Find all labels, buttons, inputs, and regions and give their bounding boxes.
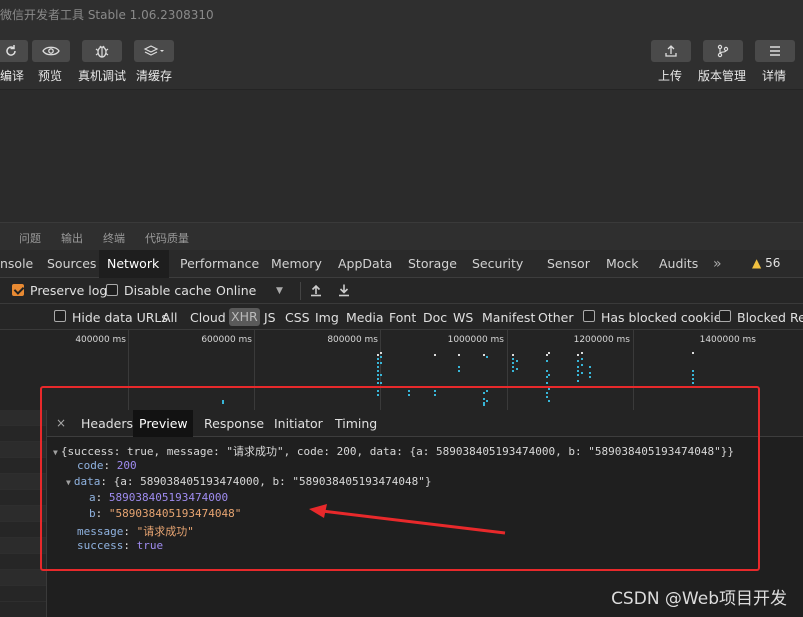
annotation-arrow xyxy=(309,504,506,535)
watermark: CSDN @Web项目开发 xyxy=(611,589,787,609)
